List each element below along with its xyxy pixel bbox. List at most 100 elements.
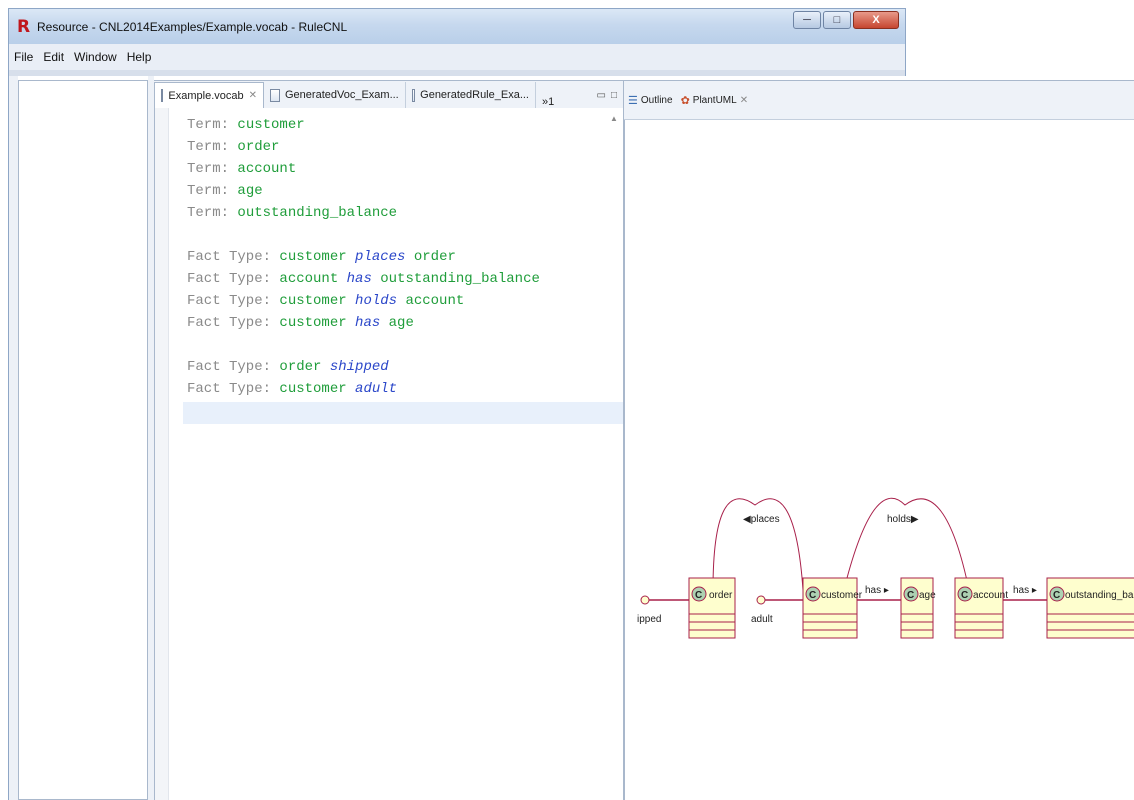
code-verb: places — [346, 249, 414, 265]
tab-plantuml[interactable]: ✿ PlantUML ✕ — [677, 94, 753, 107]
window-title: Resource - CNL2014Examples/Example.vocab… — [37, 20, 348, 34]
code-keyword: Fact Type: — [187, 315, 280, 331]
code-term: customer — [279, 249, 347, 265]
code-keyword: Fact Type: — [187, 249, 280, 265]
project-explorer-panel[interactable] — [18, 80, 148, 800]
code-verb: has — [338, 271, 381, 287]
arc-holds — [846, 497, 970, 591]
plantuml-icon: ✿ — [680, 94, 690, 107]
file-icon — [412, 88, 416, 102]
arc-holds-label: holds▶ — [887, 514, 919, 525]
plantuml-view: ◀places holds▶ has ▸ has ▸ ipped adult C… — [624, 120, 1134, 800]
code-line[interactable]: Fact Type: account has outstanding_balan… — [187, 268, 540, 290]
class-stereotype-c: C — [907, 590, 914, 601]
class-name: account — [973, 590, 1008, 601]
code-term: account — [405, 293, 465, 309]
code-verb: has — [346, 315, 389, 331]
interface-adult — [756, 595, 766, 605]
menu-help[interactable]: Help — [122, 50, 157, 64]
class-order: C order — [688, 577, 736, 639]
code-term: customer — [279, 293, 347, 309]
code-line[interactable]: Term: outstanding_balance — [187, 202, 540, 224]
code-keyword: Term: — [187, 183, 238, 199]
code-keyword: Fact Type: — [187, 293, 280, 309]
class-name: order — [709, 590, 733, 601]
code-keyword: Fact Type: — [187, 271, 280, 287]
code-line[interactable]: Term: age — [187, 180, 540, 202]
class-stereotype-c: C — [961, 590, 968, 601]
scroll-up-icon[interactable]: ▲ — [609, 114, 619, 128]
interface-shipped — [640, 595, 650, 605]
menu-file[interactable]: File — [9, 50, 38, 64]
tab-label: Outline — [640, 94, 673, 106]
code-keyword: Fact Type: — [187, 359, 280, 375]
code-line[interactable]: Term: customer — [187, 114, 540, 136]
file-icon — [161, 89, 164, 102]
menu-bar: File Edit Window Help — [8, 44, 906, 70]
class-age: C age — [900, 577, 936, 639]
code-line[interactable]: Fact Type: customer holds account — [187, 290, 540, 312]
maximize-view-icon[interactable]: □ — [611, 90, 617, 101]
code-blank-line[interactable] — [187, 224, 540, 246]
file-icon — [270, 88, 280, 102]
code-line[interactable]: Fact Type: customer places order — [187, 246, 540, 268]
tab-label: GeneratedVoc_Exam... — [285, 89, 399, 101]
editor-tab-bar: Example.vocab ✕ GeneratedVoc_Exam... Gen… — [154, 80, 624, 108]
tab-label: Example.vocab — [168, 89, 244, 102]
code-keyword: Fact Type: — [187, 381, 280, 397]
code-line[interactable]: Fact Type: order shipped — [187, 356, 540, 378]
tab-overflow-button[interactable]: »1 — [536, 96, 560, 108]
window-left-gutter — [8, 76, 18, 800]
close-button[interactable]: X — [853, 11, 899, 29]
close-icon[interactable]: ✕ — [740, 95, 748, 106]
code-term: age — [237, 183, 263, 199]
code-editor[interactable]: ▲ Term: customer Term: order Term: account… — [154, 108, 624, 800]
code-term: order — [237, 139, 280, 155]
title-bar: R Resource - CNL2014Examples/Example.voc… — [8, 8, 906, 44]
maximize-button[interactable]: □ — [823, 11, 851, 29]
class-name: customer — [821, 590, 863, 601]
code-term: customer — [279, 381, 347, 397]
window-controls: ─ □ X — [793, 11, 899, 29]
editor-ruler — [155, 108, 169, 800]
code-text[interactable]: Term: customer Term: order Term: account Te… — [187, 114, 540, 400]
code-term: outstanding_balance — [237, 205, 398, 221]
tab-label: GeneratedRule_Exa... — [420, 89, 529, 101]
menu-window[interactable]: Window — [69, 50, 122, 64]
right-tab-bar: ☰ Outline ✿ PlantUML ✕ — [624, 80, 1134, 120]
tab-generated-voc[interactable]: GeneratedVoc_Exam... — [264, 82, 406, 108]
code-line[interactable]: Fact Type: customer adult — [187, 378, 540, 400]
code-term: age — [388, 315, 414, 331]
app-logo-icon: R — [17, 17, 31, 37]
class-name: outstanding_balance — [1065, 590, 1134, 601]
code-line[interactable]: Term: order — [187, 136, 540, 158]
code-term: order — [279, 359, 322, 375]
toolbar-strip — [8, 70, 906, 76]
code-keyword: Term: — [187, 117, 238, 133]
code-term: account — [279, 271, 339, 287]
code-term: customer — [237, 117, 305, 133]
arc-places-label: ◀places — [743, 514, 780, 525]
code-line[interactable]: Fact Type: customer has age — [187, 312, 540, 334]
code-term: outstanding_balance — [380, 271, 540, 287]
class-outstanding-balance: C outstanding_balance — [1046, 577, 1134, 639]
minimize-button[interactable]: ─ — [793, 11, 821, 29]
tab-example-vocab[interactable]: Example.vocab ✕ — [154, 82, 264, 108]
tab-outline[interactable]: ☰ Outline — [624, 94, 677, 107]
code-line[interactable]: Term: account — [187, 158, 540, 180]
tab-label: PlantUML — [692, 94, 737, 106]
class-name: age — [919, 590, 936, 601]
minimize-view-icon[interactable]: ▭ — [597, 90, 606, 101]
tab-generated-rule[interactable]: GeneratedRule_Exa... — [406, 82, 536, 108]
code-verb: adult — [346, 381, 398, 397]
interface-adult-label: adult — [751, 614, 773, 625]
close-icon[interactable]: ✕ — [249, 90, 257, 101]
link-has-label: has ▸ — [865, 585, 889, 596]
interface-shipped-label: ipped — [637, 614, 661, 625]
menu-edit[interactable]: Edit — [38, 50, 69, 64]
code-term: account — [237, 161, 297, 177]
class-customer: C customer — [802, 577, 863, 639]
code-keyword: Term: — [187, 161, 238, 177]
code-blank-line[interactable] — [187, 334, 540, 356]
code-keyword: Term: — [187, 205, 238, 221]
